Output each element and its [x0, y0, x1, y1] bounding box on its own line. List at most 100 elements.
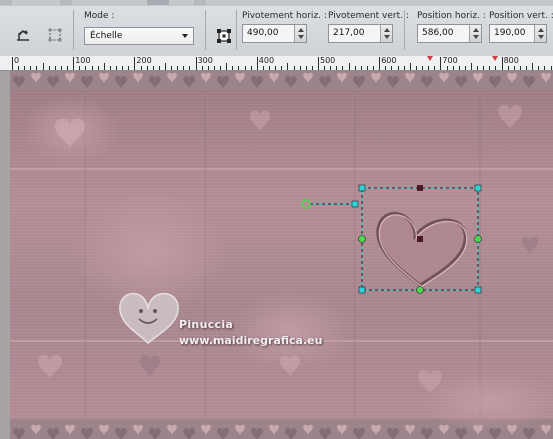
ruler-minor-tick [366, 66, 368, 70]
toolbar-separator [73, 10, 74, 50]
ruler-minor-tick [109, 66, 111, 70]
mode-select-value: Échelle [90, 31, 123, 41]
ruler-label: 400 [258, 56, 275, 65]
ruler-minor-tick [48, 66, 50, 70]
ruler-minor-tick [489, 66, 491, 70]
pivot-vertical-label: Pivotement vert. : [328, 11, 409, 21]
ruler-minor-tick [434, 66, 436, 70]
ruler-label: 600 [381, 56, 397, 65]
mode-select[interactable]: Échelle [84, 27, 194, 45]
ruler-minor-tick [79, 66, 81, 70]
ruler-major-tick [440, 57, 442, 70]
ruler-minor-tick [201, 66, 203, 70]
ruler-minor-tick [544, 66, 546, 70]
ruler-minor-tick [422, 66, 424, 70]
ruler-minor-tick [165, 63, 166, 70]
ruler-minor-tick [177, 66, 179, 70]
ruler-major-tick [134, 57, 136, 70]
position-horizontal-label: Position horiz. : [417, 11, 486, 21]
ruler-minor-tick [238, 66, 240, 70]
horizontal-ruler[interactable]: 0 100 200 300 400 500 600 700 800 [0, 56, 553, 71]
ruler-major-tick [256, 57, 258, 70]
spinner-buttons[interactable] [380, 25, 392, 42]
position-vertical-spinner[interactable]: 190,00 [489, 24, 547, 43]
ruler-minor-tick [226, 63, 228, 70]
ruler-position-marker [492, 56, 498, 61]
ruler-minor-tick [220, 66, 222, 70]
perspective-grid-icon[interactable] [213, 25, 235, 47]
pivot-horizontal-value: 490,00 [247, 28, 279, 38]
ruler-major-tick [379, 57, 381, 70]
ruler-minor-tick [324, 66, 326, 70]
spinner-buttons[interactable] [534, 25, 546, 42]
ruler-minor-tick [269, 66, 271, 70]
toolbar-separator [205, 10, 206, 50]
ruler-minor-tick [140, 66, 142, 70]
ruler-minor-tick [30, 66, 32, 70]
position-horizontal-spinner[interactable]: 586,00 [417, 24, 482, 43]
watermark-signature: Pinuccia www.maidiregrafica.eu [122, 293, 352, 353]
ruler-minor-tick [171, 66, 173, 70]
ruler-minor-tick [116, 66, 118, 70]
ruler-minor-tick [232, 66, 234, 70]
ruler-minor-tick [36, 66, 38, 70]
image-canvas[interactable]: Pinuccia www.maidiregrafica.eu [10, 71, 553, 439]
ruler-minor-tick [146, 66, 148, 70]
ruler-minor-tick [348, 63, 350, 70]
spinner-buttons[interactable] [469, 25, 481, 42]
reset-deform-icon[interactable] [12, 24, 34, 46]
ruler-minor-tick [360, 66, 362, 70]
ruler-minor-tick [18, 66, 20, 70]
ruler-minor-tick [519, 66, 521, 70]
ruler-minor-tick [152, 66, 154, 70]
ruler-minor-tick [183, 66, 185, 70]
signature-url: www.maidiregrafica.eu [179, 334, 323, 347]
ruler-minor-tick [311, 66, 313, 70]
ruler-label: 300 [197, 56, 213, 65]
ruler-minor-tick [244, 66, 246, 70]
ruler-minor-tick [24, 66, 26, 70]
ruler-minor-tick [471, 63, 472, 70]
ruler-minor-tick [85, 66, 87, 70]
ruler-minor-tick [60, 66, 62, 70]
toolbar-top-strip [0, 0, 553, 6]
ruler-minor-tick [526, 66, 528, 70]
ruler-minor-tick [42, 63, 44, 70]
ruler-minor-tick [54, 66, 56, 70]
transform-box-icon[interactable] [44, 24, 66, 46]
background-image [10, 71, 553, 439]
toolbar-separator [236, 10, 237, 50]
ruler-minor-tick [250, 66, 252, 70]
ruler-minor-tick [458, 66, 460, 70]
pivot-vertical-spinner[interactable]: 217,00 [328, 24, 393, 43]
canvas-area[interactable]: Pinuccia www.maidiregrafica.eu [0, 71, 553, 439]
ruler-minor-tick [207, 66, 209, 70]
ruler-minor-tick [342, 66, 344, 70]
ruler-label: 0 [14, 56, 20, 65]
ruler-minor-tick [415, 66, 417, 70]
chevron-down-icon [182, 34, 188, 38]
ruler-label: 800 [503, 56, 519, 65]
ruler-minor-tick [464, 66, 466, 70]
ruler-minor-tick [330, 66, 332, 70]
ruler-major-tick [501, 57, 503, 70]
ruler-minor-tick [158, 66, 160, 70]
spinner-buttons[interactable] [294, 25, 306, 42]
pivot-horizontal-spinner[interactable]: 490,00 [242, 24, 307, 43]
ruler-minor-tick [122, 66, 124, 70]
ruler-minor-tick [275, 66, 277, 70]
ruler-minor-tick [446, 66, 448, 70]
position-horizontal-value: 586,00 [422, 28, 454, 38]
ruler-minor-tick [532, 63, 534, 70]
ruler-minor-tick [428, 66, 430, 70]
ruler-minor-tick [507, 66, 509, 70]
ruler-major-tick [12, 57, 13, 70]
ruler-minor-tick [91, 66, 93, 70]
ruler-minor-tick [103, 63, 105, 70]
position-vertical-label: Position vert. : [489, 11, 553, 21]
ruler-minor-tick [293, 66, 295, 70]
ruler-major-tick [318, 57, 319, 70]
ruler-minor-tick [550, 66, 552, 70]
pivot-vertical-value: 217,00 [333, 28, 365, 38]
ruler-minor-tick [477, 66, 479, 70]
